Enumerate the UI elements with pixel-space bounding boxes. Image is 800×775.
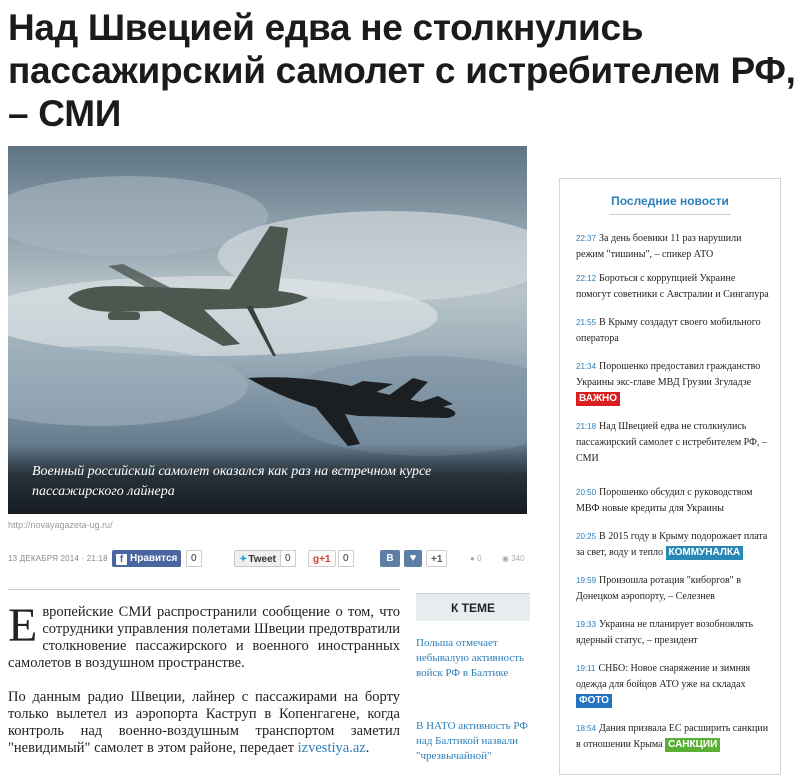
related-box: К ТЕМЕ Польша отмечает небывалую активно…: [416, 593, 530, 764]
drop-cap: Е: [8, 599, 38, 652]
eye-icon: ◉: [502, 554, 509, 563]
article-paragraph-1: Европейские СМИ распространили сообщение…: [8, 599, 400, 672]
article-divider: [8, 589, 400, 590]
news-text[interactable]: Порошенко обсудил с руководством МВФ нов…: [576, 487, 753, 514]
news-time: 19:59: [576, 576, 597, 585]
news-item[interactable]: 22:37 За день боевики 11 раз нарушили реж…: [576, 231, 770, 263]
news-time: 21:34: [576, 362, 597, 371]
news-item[interactable]: 20:50 Порошенко обсудил с руководством МВ…: [576, 485, 770, 517]
facebook-like-label: Нравится: [130, 553, 178, 564]
news-tag-badge[interactable]: САНКЦИИ: [665, 738, 721, 752]
news-text[interactable]: Украина не планирует возобновлять ядерны…: [576, 619, 753, 646]
gplus-count: 0: [338, 550, 354, 567]
paragraph-2-end: .: [365, 740, 370, 756]
news-time: 22:12: [576, 274, 597, 283]
news-item[interactable]: 19:11 СНБО: Новое снаряжение и зимняя оде…: [576, 661, 770, 709]
news-item[interactable]: 21:18 Над Швецией едва не столкнулись пас…: [576, 419, 770, 467]
twitter-bird-icon: ✦: [239, 554, 248, 565]
news-tag-badge[interactable]: ВАЖНО: [576, 392, 620, 406]
news-text[interactable]: В Крыму создадут своего мобильного опера…: [576, 317, 761, 344]
related-header: К ТЕМЕ: [416, 593, 530, 621]
news-item[interactable]: 21:55 В Крыму создадут своего мобильного …: [576, 315, 770, 347]
comment-bubble-icon: ●: [470, 554, 475, 563]
hero-image: Военный российский самолет оказался как …: [8, 146, 527, 514]
news-item[interactable]: 22:12 Бороться с коррупцией Украине помог…: [576, 271, 770, 303]
news-text[interactable]: Над Швецией едва не столкнулись пассажир…: [576, 421, 767, 464]
news-tag-badge[interactable]: КОММУНАЛКА: [665, 546, 744, 560]
facebook-count: 0: [186, 550, 202, 567]
news-list: 22:37 За день боевики 11 раз нарушили реж…: [560, 231, 780, 753]
paragraph-1-text: вропейские СМИ распространили сообщение …: [8, 604, 400, 671]
news-time: 19:33: [576, 620, 597, 629]
news-time: 22:37: [576, 234, 597, 243]
image-source-link[interactable]: http://novayagazeta-ug.ru/: [8, 520, 113, 530]
news-item[interactable]: 21:34 Порошенко предоставил гражданство У…: [576, 359, 770, 407]
comments-count: 0: [477, 554, 482, 563]
comments-counter[interactable]: ● 0: [470, 554, 482, 563]
news-time: 21:18: [576, 422, 597, 431]
news-tag-badge[interactable]: ФОТО: [576, 694, 612, 708]
tweet-button[interactable]: ✦Tweet: [234, 550, 281, 567]
article-body: Европейские СМИ распространили сообщение…: [8, 599, 400, 774]
news-item[interactable]: 19:33 Украина не планирует возобновлять я…: [576, 617, 770, 649]
latest-news-title[interactable]: Последние новости: [560, 194, 780, 208]
views-count: 340: [511, 554, 525, 563]
article-headline: Над Швецией едва не столкнулись пассажир…: [8, 7, 796, 134]
vk-like-heart-icon[interactable]: ♥: [404, 550, 422, 567]
news-text[interactable]: За день боевики 11 раз нарушили режим "т…: [576, 233, 741, 260]
related-link[interactable]: Польша отмечает небывалую активность вой…: [416, 636, 530, 681]
news-time: 18:54: [576, 724, 597, 733]
gplus-button[interactable]: g+1: [308, 550, 336, 567]
hero-caption: Военный российский самолет оказался как …: [32, 464, 432, 499]
news-text[interactable]: Порошенко предоставил гражданство Украин…: [576, 361, 760, 388]
news-item[interactable]: 20:25 В 2015 году в Крыму подорожает плат…: [576, 529, 770, 561]
article-paragraph-2: По данным радио Швеции, лайнер с пассажи…: [8, 689, 400, 757]
news-time: 21:55: [576, 318, 597, 327]
news-text[interactable]: Бороться с коррупцией Украине помогут со…: [576, 273, 769, 300]
vk-share-button[interactable]: В: [380, 550, 400, 567]
news-text[interactable]: Произошла ротация "киборгов" в Донецком …: [576, 575, 741, 602]
news-item[interactable]: 18:54 Дания призвала ЕС расширить санкции…: [576, 721, 770, 753]
facebook-icon: f: [116, 554, 127, 565]
news-time: 20:50: [576, 488, 597, 497]
facebook-like-button[interactable]: f Нравится: [112, 550, 182, 567]
news-time: 20:25: [576, 532, 597, 541]
publish-date: 13 ДЕКАБРЯ 2014 · 21:18: [8, 554, 108, 563]
news-time: 19:11: [576, 664, 596, 673]
news-text[interactable]: СНБО: Новое снаряжение и зимняя одежда д…: [576, 663, 750, 690]
tweet-label: Tweet: [248, 554, 276, 565]
views-counter: ◉ 340: [502, 554, 525, 563]
related-link[interactable]: В НАТО активность РФ над Балтикой назвал…: [416, 719, 530, 764]
tweet-count: 0: [280, 550, 296, 567]
source-link[interactable]: izvestiya.az: [298, 740, 366, 756]
social-bar: 13 ДЕКАБРЯ 2014 · 21:18 f Нравится 0 ✦Twe…: [8, 548, 530, 570]
news-item[interactable]: 19:59 Произошла ротация "киборгов" в Доне…: [576, 573, 770, 605]
plus-one-button[interactable]: +1: [426, 550, 448, 567]
latest-news-sidebar: Последние новости 22:37 За день боевики 1…: [559, 178, 781, 775]
title-underline: [609, 214, 731, 215]
